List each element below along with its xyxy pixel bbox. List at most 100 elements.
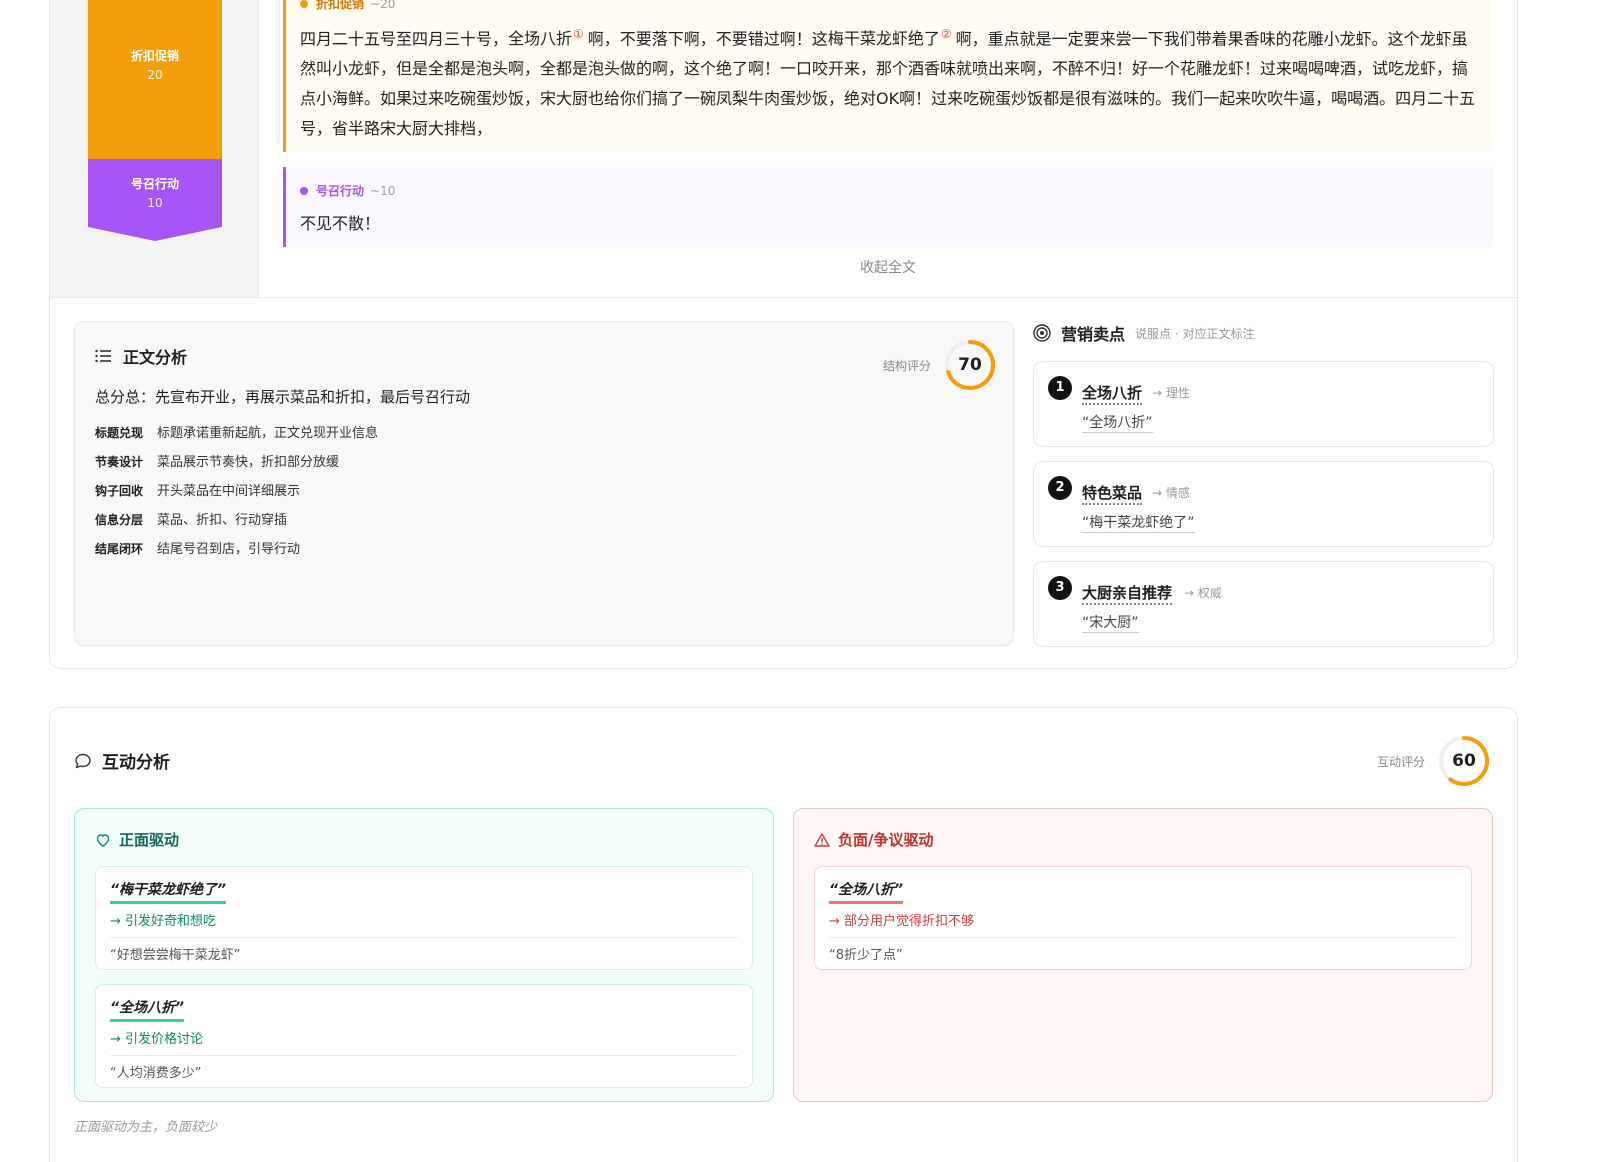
highlight-selling-point-2[interactable]: 梅干菜龙虾绝了 [828,29,940,48]
analysis-row: 结尾闭环 结尾号召到店，引导行动 [95,535,993,564]
driver-card[interactable]: “全场八折” → 引发价格讨论 “人均消费多少” [95,984,753,1088]
segment-value: 10 [147,196,163,210]
section-title: 正文分析 [123,348,188,367]
panel-header: 负面/争议驱动 [814,829,1472,850]
text-analysis-header: 正文分析 [95,344,993,368]
row-key: 标题兑现 [95,426,144,440]
block-action: 号召行动 ~10 不见不散！ [283,167,1493,247]
annotation-marker: ② [940,27,952,41]
row-key: 结尾闭环 [95,542,144,556]
driver-quote: “梅干菜龙虾绝了” [110,879,227,904]
block-title: 折扣促销 [316,0,365,11]
driver-comment: “人均消费多少” [110,1066,202,1081]
section-title: 互动分析 [102,753,170,773]
heart-icon [96,833,110,847]
list-icon [95,349,111,363]
target-icon [1033,324,1051,342]
segment-action[interactable]: 号召行动 10 [88,159,222,227]
text-segment: 四月二十五号至四月三十号， [300,29,509,49]
interaction-score: 互动评分 60 [1377,734,1491,788]
divider [110,1055,738,1056]
segment-end-arrow [88,227,222,241]
score-ring: 60 [1437,734,1491,788]
analysis-row: 节奏设计 菜品展示节奏快，折扣部分放缓 [95,448,993,477]
analysis-summary: 总分总：先宣布开业，再展示菜品和折扣，最后号召行动 [95,388,471,406]
segment-label: 号召行动 [130,177,179,191]
score-label: 互动评分 [1376,754,1425,769]
driver-card[interactable]: “梅干菜龙虾绝了” → 引发好奇和想吃 “好想尝尝梅干菜龙虾” [95,866,753,970]
row-value: 结尾号召到店，引导行动 [157,542,301,557]
block-discount: 折扣促销 ~20 四月二十五号至四月三十号，全场八折① 啊，不要落下啊，不要错过啊… [283,0,1493,152]
negative-drivers-panel: 负面/争议驱动 “全场八折” → 部分用户觉得折扣不够 “8折少了点” [793,808,1493,1102]
block-header: 折扣促销 ~20 [300,0,395,12]
row-key: 钩子回收 [95,484,144,498]
warning-icon [814,832,830,847]
analysis-rows: 标题兑现 标题承诺重新起航，正文兑现开业信息 节奏设计 菜品展示节奏快，折扣部分放缓… [95,419,993,564]
collapse-button[interactable]: 收起全文 [860,257,916,277]
selling-point-name: 全场八折 [1082,382,1143,405]
chat-bubble-icon [75,753,91,768]
driver-comment: “8折少了点” [829,948,903,963]
driver-effect: → 引发价格讨论 [110,1032,204,1047]
structure-score: 结构评分 70 [883,338,997,392]
selling-points-header: 营销卖点 说服点 · 对应正文标注 [1033,321,1254,345]
divider [50,297,259,298]
section-subtitle: 说服点 · 对应正文标注 [1135,326,1255,341]
driver-effect: → 部分用户觉得折扣不够 [829,914,975,929]
row-value: 菜品展示节奏快，折扣部分放缓 [157,455,340,470]
selling-point-quote: “全场八折” [1082,412,1153,433]
score-value: 60 [1452,751,1476,771]
selling-point-number: 3 [1048,576,1072,600]
selling-point-card[interactable]: 2 特色菜品 → 情感 “梅干菜龙虾绝了” [1033,461,1494,547]
divider [259,297,1517,298]
structure-card: 折扣促销 20 号召行动 10 折扣促销 ~20 四月二十五号至四月三十号，全场… [49,0,1518,669]
analysis-row: 信息分层 菜品、折扣、行动穿插 [95,506,993,535]
block-header: 号召行动 ~10 [300,182,1479,199]
block-length: ~10 [370,183,396,198]
selling-point-quote: “梅干菜龙虾绝了” [1082,512,1195,533]
block-text: 四月二十五号至四月三十号，全场八折① 啊，不要落下啊，不要错过啊！这梅干菜龙虾绝了… [300,0,1479,144]
selling-point-type: → 情感 [1152,486,1190,500]
structure-bar-column: 折扣促销 20 号召行动 10 [50,0,259,297]
driver-quote: “全场八折” [829,879,904,904]
row-value: 开头菜品在中间详细展示 [157,484,301,499]
annotation-marker: ① [573,27,584,41]
row-key: 信息分层 [95,513,144,527]
dot-icon [300,186,308,195]
text-analysis-panel: 正文分析 结构评分 70 总分总：先宣布开业，再展示菜品和折扣，最后号召行动 标… [74,321,1014,646]
driver-quote: “全场八折” [110,997,185,1022]
selling-point-card[interactable]: 3 大厨亲自推荐 → 权威 “宋大厨” [1033,561,1494,647]
panel-title: 负面/争议驱动 [838,831,934,849]
driver-card[interactable]: “全场八折” → 部分用户觉得折扣不够 “8折少了点” [814,866,1472,970]
selling-point-type: → 理性 [1152,386,1190,400]
divider [110,937,738,938]
dot-icon [300,0,308,8]
score-value: 70 [958,355,982,375]
block-text: 不见不散！ [300,214,381,233]
divider [829,937,1457,938]
selling-point-name: 特色菜品 [1082,482,1143,505]
driver-comment: “好想尝尝梅干菜龙虾” [110,948,241,963]
selling-point-name: 大厨亲自推荐 [1082,582,1173,605]
row-key: 节奏设计 [95,455,144,469]
interaction-card: 互动分析 互动评分 60 正面驱动 “梅干菜龙虾绝了” → 引发好奇和想吃 “好… [49,707,1518,1162]
segment-value: 20 [147,68,163,82]
row-value: 菜品、折扣、行动穿插 [157,513,288,528]
score-label: 结构评分 [882,358,931,373]
text-segment: 啊，不要落下啊，不要错过啊！这 [587,29,828,49]
panel-title: 正面驱动 [119,831,180,849]
selling-point-type: → 权威 [1184,586,1222,600]
panel-header: 正面驱动 [95,829,753,850]
block-length: ~20 [370,0,396,11]
selling-point-number: 2 [1048,476,1072,500]
segment-discount[interactable]: 折扣促销 20 [88,0,222,159]
selling-point-card[interactable]: 1 全场八折 → 理性 “全场八折” [1033,361,1494,447]
analysis-row: 标题兑现 标题承诺重新起航，正文兑现开业信息 [95,419,993,448]
highlight-selling-point-1[interactable]: 全场八折 [508,29,572,48]
segment-label: 折扣促销 [130,49,179,63]
interaction-summary: 正面驱动为主，负面较少 [74,1120,218,1135]
selling-point-quote: “宋大厨” [1082,612,1139,633]
section-title: 营销卖点 [1061,325,1126,344]
interaction-header: 互动分析 [74,748,170,773]
analysis-row: 钩子回收 开头菜品在中间详细展示 [95,477,993,506]
